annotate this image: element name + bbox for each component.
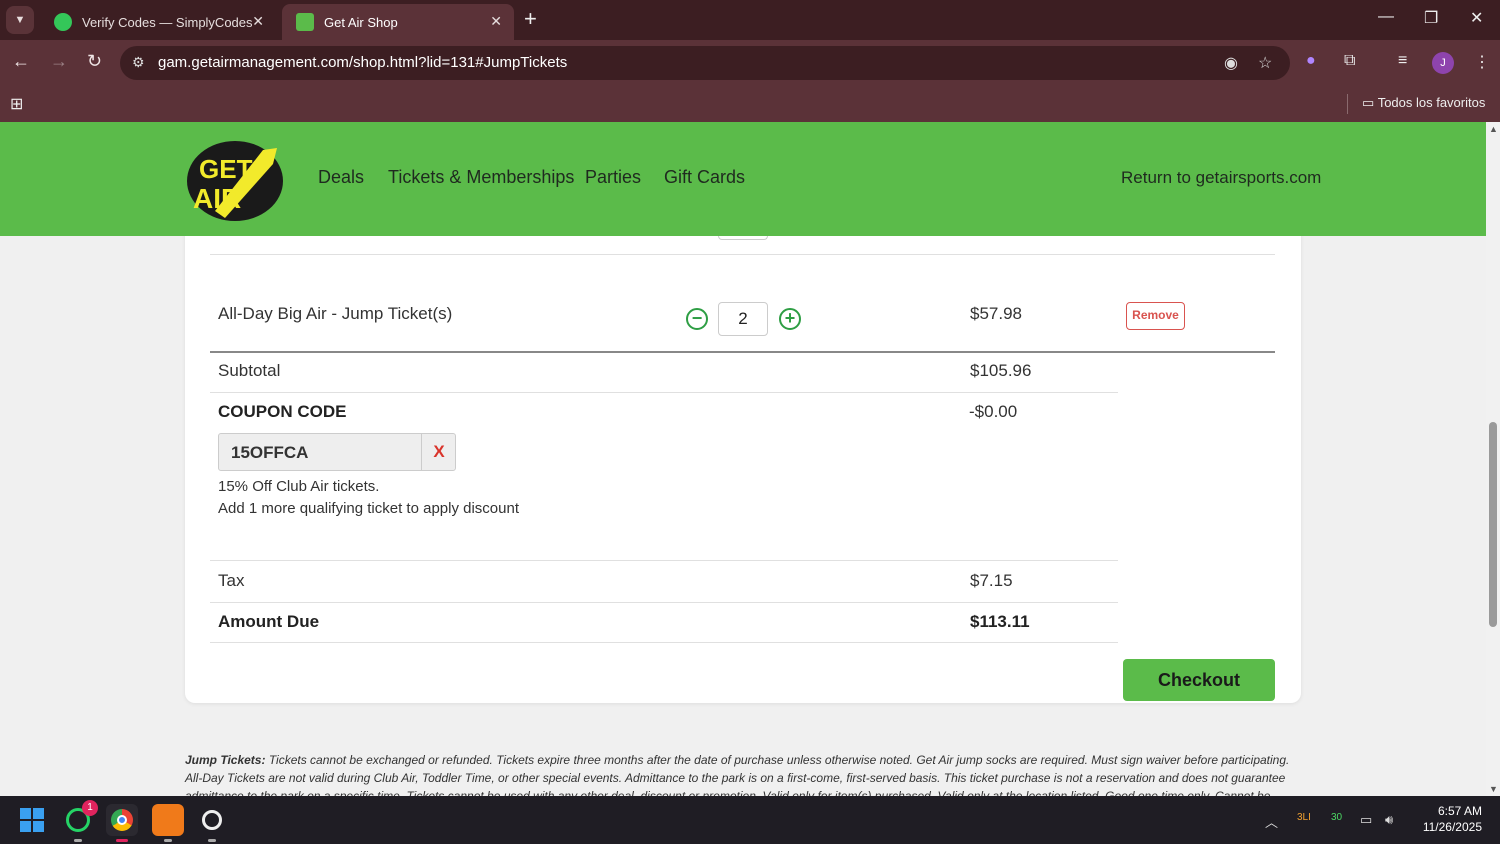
quantity-input[interactable]: 2 <box>718 302 768 336</box>
increase-quantity-button[interactable]: + <box>779 308 801 330</box>
windows-taskbar: 1 ︿ 3LI 30 ▭ 🔊︎ 6:57 AM 11/26/2025 <box>0 796 1500 844</box>
bookmarks-divider <box>1347 94 1348 114</box>
notification-badge: 1 <box>82 800 98 816</box>
close-window-icon[interactable]: ✕ <box>1470 8 1483 28</box>
scroll-thumb[interactable] <box>1489 422 1497 627</box>
tab-search-chevron-icon[interactable]: ▼ <box>6 6 34 34</box>
subtotal-label: Subtotal <box>218 361 281 380</box>
new-tab-plus-icon[interactable]: + <box>524 8 537 30</box>
coupon-code-label: COUPON CODE <box>218 402 347 421</box>
all-bookmarks-folder[interactable]: ▭ Todos los favoritos <box>1362 95 1485 111</box>
browser-toolbar: ← → ↻ ⚙ gam.getairmanagement.com/shop.ht… <box>0 40 1500 86</box>
row-divider <box>210 254 1275 255</box>
site-header: GET AIR Deals Tickets & Memberships Part… <box>0 122 1486 236</box>
row-divider <box>210 392 1118 393</box>
nav-deals[interactable]: Deals <box>318 167 364 188</box>
app-running-indicator <box>164 839 172 842</box>
tab-verify-codes[interactable]: Verify Codes — SimplyCodes ✕ <box>40 4 276 40</box>
page-scrollbar[interactable]: ▲ ▼ <box>1486 122 1500 796</box>
bookmark-star-icon[interactable]: ☆ <box>1258 53 1272 73</box>
tracking-eye-off-icon[interactable]: ◉ <box>1224 53 1238 73</box>
amount-due-label: Amount Due <box>218 612 320 631</box>
scroll-down-arrow-icon[interactable]: ▼ <box>1489 784 1498 794</box>
steelseries-app-icon[interactable] <box>196 804 228 842</box>
volume-icon[interactable]: 🔊︎ <box>1385 812 1393 828</box>
row-divider <box>210 560 1118 561</box>
app-running-indicator <box>74 839 82 842</box>
reload-icon[interactable]: ↻ <box>87 52 102 70</box>
app-running-indicator <box>208 839 216 842</box>
chrome-app-icon[interactable] <box>106 804 138 842</box>
close-tab-icon[interactable]: ✕ <box>252 13 264 30</box>
previous-quantity-input[interactable] <box>718 236 768 240</box>
network-icon[interactable]: ▭ <box>1360 812 1372 828</box>
folder-icon: ▭ <box>1362 95 1375 110</box>
cart-card: All-Day Big Air - Jump Ticket(s) − 2 + $… <box>185 162 1301 703</box>
close-tab-icon[interactable]: ✕ <box>490 13 502 30</box>
row-divider <box>210 642 1118 643</box>
apps-grid-icon[interactable]: ⊞ <box>10 94 23 114</box>
tax-value: $7.15 <box>970 571 1013 590</box>
nav-gift-cards[interactable]: Gift Cards <box>664 167 745 188</box>
orange-app-icon[interactable] <box>152 804 184 842</box>
tab-title: Verify Codes — SimplyCodes <box>82 14 253 30</box>
get-air-favicon-icon <box>296 13 314 31</box>
get-air-logo[interactable]: GET AIR <box>185 136 287 222</box>
windows-start-icon[interactable] <box>20 808 44 832</box>
whatsapp-app-icon[interactable]: 1 <box>62 800 98 842</box>
app-active-indicator <box>116 839 128 842</box>
tax-label: Tax <box>218 571 245 590</box>
cart-item-price: $57.98 <box>970 304 1022 323</box>
logo-text-get: GET <box>199 154 253 184</box>
return-to-site-link[interactable]: Return to getairsports.com <box>1121 168 1321 188</box>
url-text: gam.getairmanagement.com/shop.html?lid=1… <box>158 54 568 71</box>
row-divider <box>210 602 1118 603</box>
tab-get-air-shop[interactable]: Get Air Shop ✕ <box>282 4 514 40</box>
terms-text: Jump Tickets: Tickets cannot be exchange… <box>185 751 1301 796</box>
back-arrow-icon[interactable]: ← <box>12 52 30 70</box>
tab-title: Get Air Shop <box>324 14 398 30</box>
media-control-icon[interactable]: ≡ <box>1398 52 1407 70</box>
more-menu-icon[interactable]: ⋮ <box>1474 52 1490 72</box>
scroll-up-arrow-icon[interactable]: ▲ <box>1489 124 1498 134</box>
address-bar[interactable]: ⚙ gam.getairmanagement.com/shop.html?lid… <box>120 46 1290 80</box>
terms-heading: Jump Tickets: <box>185 753 266 767</box>
logo-text-air: AIR <box>193 183 241 214</box>
nav-parties[interactable]: Parties <box>585 167 641 188</box>
remove-item-button[interactable]: Remove <box>1126 302 1185 330</box>
page-viewport: All-Day Big Air - Jump Ticket(s) − 2 + $… <box>0 122 1486 796</box>
tray-app-30[interactable]: 30 <box>1331 812 1342 823</box>
clock-date: 11/26/2025 <box>1422 820 1482 834</box>
browser-tab-bar: ▼ Verify Codes — SimplyCodes ✕ Get Air S… <box>0 0 1500 40</box>
coupon-code-field[interactable]: 15OFFCA X <box>218 433 456 471</box>
show-hidden-icons-chevron-icon[interactable]: ︿ <box>1265 812 1278 831</box>
decrease-quantity-button[interactable]: − <box>686 308 708 330</box>
amount-due-value: $113.11 <box>970 612 1030 631</box>
clock-time: 6:57 AM <box>1437 804 1482 818</box>
restore-icon[interactable]: ❐ <box>1424 8 1438 28</box>
forward-arrow-icon[interactable]: → <box>50 52 68 70</box>
nav-tickets-memberships[interactable]: Tickets & Memberships <box>388 167 574 188</box>
coupon-description: 15% Off Club Air tickets. <box>218 478 380 495</box>
system-clock[interactable]: 6:57 AM 11/26/2025 <box>1418 803 1482 835</box>
tray-app-3li[interactable]: 3LI <box>1297 812 1311 823</box>
all-bookmarks-label: Todos los favoritos <box>1377 95 1486 110</box>
site-info-icon[interactable]: ⚙ <box>132 54 145 71</box>
simplycodes-favicon-icon <box>54 13 72 31</box>
cart-item-name: All-Day Big Air - Jump Ticket(s) <box>218 304 453 323</box>
subtotal-value: $105.96 <box>970 361 1032 380</box>
checkout-button[interactable]: Checkout <box>1123 659 1275 701</box>
terms-body: Tickets cannot be exchanged or refunded.… <box>185 753 1290 796</box>
profile-avatar[interactable]: J <box>1432 52 1454 74</box>
coupon-code-value: 15OFFCA <box>231 443 309 462</box>
remove-coupon-button[interactable]: X <box>421 434 456 470</box>
coupon-discount-value: -$0.00 <box>969 402 1018 421</box>
extensions-puzzle-icon[interactable]: ⧉ <box>1344 52 1355 70</box>
coupon-qualifying-note: Add 1 more qualifying ticket to apply di… <box>218 500 520 517</box>
bookmarks-bar: ⊞ ▭ Todos los favoritos <box>0 86 1500 122</box>
minimize-icon[interactable]: — <box>1378 8 1394 26</box>
extension-icon[interactable]: ● <box>1306 52 1316 70</box>
items-total-divider <box>210 351 1275 353</box>
